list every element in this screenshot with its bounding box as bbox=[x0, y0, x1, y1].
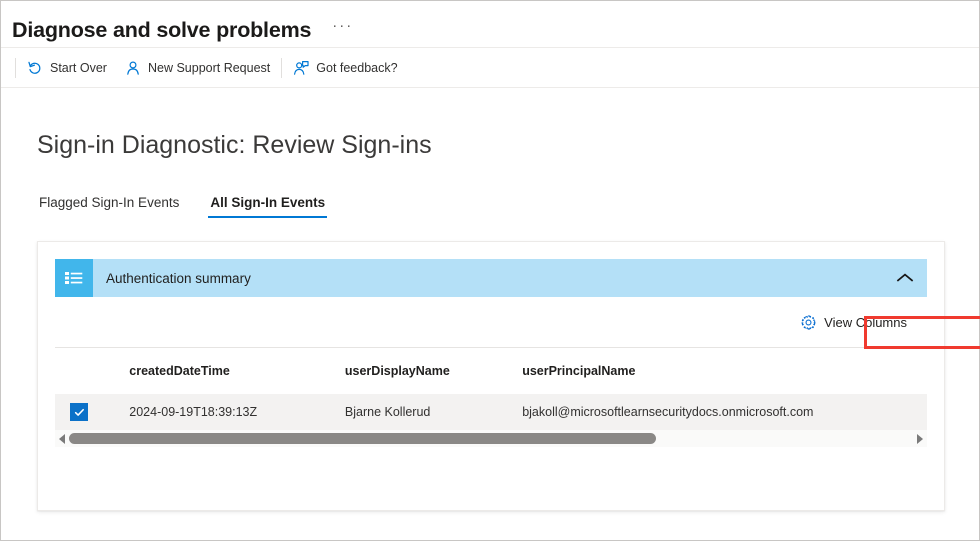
gear-icon bbox=[800, 314, 816, 331]
list-summary-icon bbox=[55, 259, 93, 297]
authentication-summary-label: Authentication summary bbox=[106, 270, 251, 286]
page-title: Diagnose and solve problems bbox=[12, 17, 312, 42]
column-header-userprincipalname[interactable]: userPrincipalName bbox=[522, 348, 927, 394]
column-header-userdisplayname[interactable]: userDisplayName bbox=[345, 348, 522, 394]
column-header-createddatetime[interactable]: createdDateTime bbox=[129, 348, 345, 394]
scroll-left-arrow[interactable] bbox=[55, 433, 69, 444]
person-add-icon bbox=[125, 60, 141, 76]
person-feedback-icon bbox=[293, 60, 309, 76]
new-support-request-button[interactable]: New Support Request bbox=[116, 53, 279, 83]
table-header-row: createdDateTime userDisplayName userPrin… bbox=[55, 348, 927, 394]
diagnose-and-solve-problems-blade: Diagnose and solve problems ··· Start Ov… bbox=[0, 0, 980, 541]
sign-ins-table-wrap: createdDateTime userDisplayName userPrin… bbox=[55, 348, 927, 430]
tab-flagged-sign-in-events[interactable]: Flagged Sign-In Events bbox=[37, 195, 181, 218]
view-columns-button[interactable]: View Columns bbox=[792, 307, 915, 337]
main-content: Sign-in Diagnostic: Review Sign-ins Flag… bbox=[1, 131, 980, 511]
command-separator bbox=[281, 57, 283, 78]
got-feedback-label: Got feedback? bbox=[316, 60, 398, 75]
scrollbar-track[interactable] bbox=[69, 430, 913, 447]
scroll-right-arrow[interactable] bbox=[913, 433, 927, 444]
command-separator bbox=[15, 57, 16, 78]
section-heading: Sign-in Diagnostic: Review Sign-ins bbox=[37, 131, 432, 159]
cell-userprincipalname: bjakoll@microsoftlearnsecuritydocs.onmic… bbox=[522, 394, 927, 430]
restart-icon bbox=[27, 60, 43, 76]
cell-createddatetime: 2024-09-19T18:39:13Z bbox=[129, 394, 345, 430]
sign-ins-card: Authentication summary View Columns crea… bbox=[37, 241, 980, 511]
authentication-summary-banner[interactable]: Authentication summary bbox=[55, 259, 927, 297]
grid-toolbar: View Columns bbox=[55, 297, 927, 348]
row-select-cell bbox=[55, 394, 130, 430]
start-over-label: Start Over bbox=[50, 60, 107, 75]
chevron-up-icon[interactable] bbox=[883, 259, 927, 297]
select-all-header bbox=[55, 348, 129, 394]
sign-ins-table: createdDateTime userDisplayName userPrin… bbox=[55, 348, 927, 430]
got-feedback-button[interactable]: Got feedback? bbox=[284, 53, 406, 83]
scrollbar-thumb[interactable] bbox=[69, 433, 656, 444]
cell-userdisplayname: Bjarne Kollerud bbox=[344, 394, 523, 430]
command-bar: Start Over New Support Request Got feedb… bbox=[1, 47, 979, 88]
horizontal-scrollbar[interactable] bbox=[55, 430, 927, 447]
scroll-left-arrow-icon bbox=[59, 433, 65, 444]
table-row[interactable]: 2024-09-19T18:39:13Z Bjarne Kollerud bja… bbox=[55, 394, 927, 430]
tab-all-sign-in-events[interactable]: All Sign-In Events bbox=[208, 195, 327, 218]
blade-header: Diagnose and solve problems ··· bbox=[1, 1, 979, 47]
start-over-button[interactable]: Start Over bbox=[18, 53, 116, 83]
new-support-request-label: New Support Request bbox=[147, 60, 271, 75]
row-checkbox[interactable] bbox=[70, 403, 88, 421]
scroll-right-arrow-icon bbox=[917, 433, 923, 444]
view-columns-label: View Columns bbox=[824, 314, 907, 330]
more-options-icon[interactable]: ··· bbox=[332, 18, 353, 39]
pivot-tabs: Flagged Sign-In Events All Sign-In Event… bbox=[37, 186, 979, 218]
